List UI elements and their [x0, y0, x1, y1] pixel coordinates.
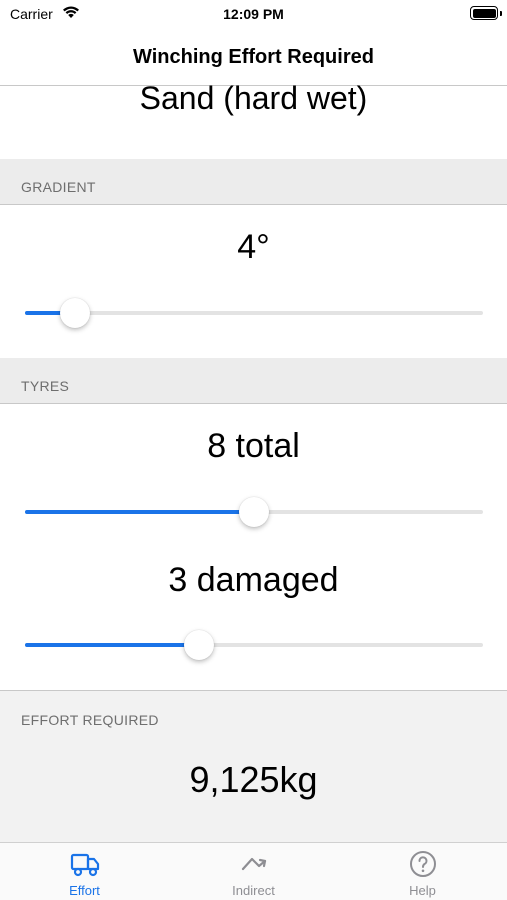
effort-value: 9,125kg [189, 759, 318, 800]
tyres-section-header: TYRES [0, 358, 507, 404]
slider-fill [25, 643, 200, 647]
tyres-total-slider[interactable] [25, 497, 483, 527]
tab-label: Help [409, 883, 436, 898]
tab-label: Indirect [232, 883, 275, 898]
tyres-damaged-value: 3 damaged [168, 561, 339, 599]
clock: 12:09 PM [223, 6, 284, 22]
navigation-bar: Winching Effort Required [0, 30, 507, 86]
effort-header-label: EFFORT REQUIRED [21, 712, 159, 728]
tyres-total-value: 8 total [207, 427, 300, 465]
tab-effort[interactable]: Effort [0, 843, 169, 900]
slider-fill [25, 510, 254, 514]
slider-thumb[interactable] [184, 630, 215, 660]
battery-icon [470, 6, 502, 20]
tyres-damaged-slider[interactable] [25, 630, 483, 660]
effort-result-panel: EFFORT REQUIRED 9,125kg [0, 690, 507, 842]
tab-label: Effort [69, 883, 100, 898]
tyres-header-label: TYRES [21, 378, 70, 394]
tab-help[interactable]: Help [338, 843, 507, 900]
gradient-header-label: GRADIENT [21, 179, 96, 195]
gradient-section-header: GRADIENT [0, 159, 507, 205]
indirect-arrow-icon [241, 857, 266, 871]
slider-thumb[interactable] [239, 497, 269, 527]
gradient-slider[interactable] [25, 298, 483, 328]
truck-icon [70, 853, 99, 877]
slider-track [25, 311, 483, 315]
tab-bar: Effort Indirect Help [0, 842, 507, 900]
surface-type-value[interactable]: Sand (hard wet) [0, 80, 507, 117]
gradient-value: 4° [237, 228, 270, 266]
slider-thumb[interactable] [60, 298, 91, 328]
status-bar: Carrier 12:09 PM [0, 0, 507, 30]
tab-indirect[interactable]: Indirect [169, 843, 338, 900]
help-icon [409, 851, 436, 877]
page-title: Winching Effort Required [133, 46, 374, 68]
